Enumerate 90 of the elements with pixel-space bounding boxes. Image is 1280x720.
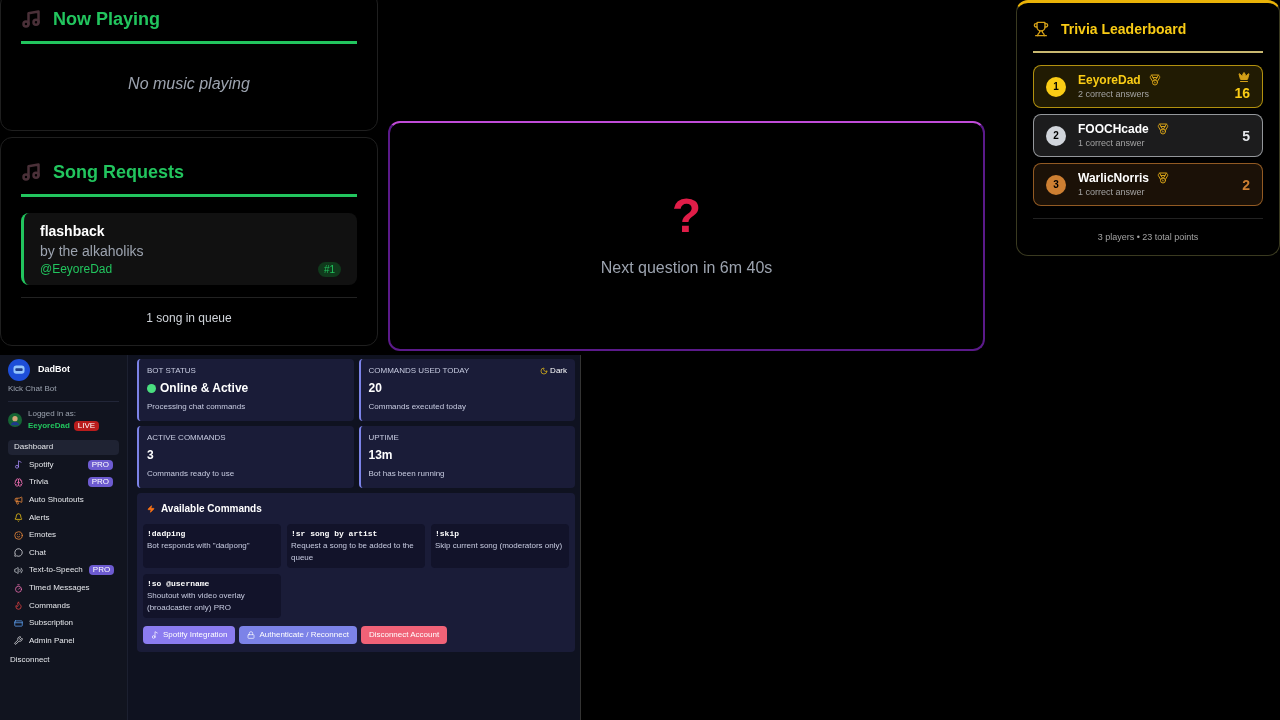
correct-answers: 1 correct answer <box>1078 185 1146 199</box>
player-score: 16 <box>1234 83 1250 103</box>
stat-caption: Commands executed today <box>368 401 467 413</box>
trophy-icon <box>1033 21 1049 37</box>
command-name: !so @username <box>147 578 211 590</box>
rank-badge: 3 <box>1046 174 1066 195</box>
stat-caption: Commands ready to use <box>147 468 236 480</box>
nav-icon <box>14 565 23 575</box>
nav-item[interactable]: Trivia PRO <box>8 475 119 490</box>
nav-item[interactable]: Subscription <box>8 615 119 631</box>
theme-toggle[interactable]: Dark <box>540 367 567 375</box>
player-name: FOOCHcade <box>1078 120 1149 137</box>
nav-item[interactable]: Chat <box>8 545 119 561</box>
nav-icon <box>14 636 23 646</box>
panel-title: Now Playing <box>53 8 160 31</box>
pro-badge: PRO <box>88 565 115 576</box>
nav-icon <box>14 495 23 505</box>
command-description: Shoutout with video overlay (broadcaster only) PRO <box>147 590 246 614</box>
stat-caption: Bot has been running <box>368 468 446 480</box>
nav-icon <box>14 513 23 523</box>
stat-label: ACTIVE COMMANDS <box>147 434 226 442</box>
nav-item[interactable]: Spotify PRO <box>8 457 119 473</box>
player-name: EeyoreDad <box>1078 71 1141 88</box>
pro-badge: PRO <box>87 477 113 488</box>
stat-caption: Processing chat commands <box>147 401 247 413</box>
empty-message: No music playing <box>128 74 250 94</box>
medal-icon <box>1156 122 1169 135</box>
song-title: flashback <box>40 222 106 241</box>
command-description: Skip current song (moderators only) <box>435 540 564 552</box>
next-question-timer: Next question in 6m 40s <box>600 258 773 278</box>
commands-title: Available Commands <box>161 502 262 516</box>
command-name: !sr song by artist <box>291 528 379 540</box>
rank-badge: 2 <box>1046 125 1066 146</box>
correct-answers: 2 correct answers <box>1078 87 1151 101</box>
requester-name: @EeyoreDad <box>40 261 113 277</box>
pro-badge: PRO <box>87 459 113 470</box>
music-note-icon <box>151 631 159 639</box>
command-name: !skip <box>435 528 460 540</box>
correct-answers: 1 correct answer <box>1078 136 1146 150</box>
panel-title: Song Requests <box>53 161 185 184</box>
nav-item[interactable]: Dashboard <box>8 440 119 455</box>
medal-icon <box>1148 73 1161 86</box>
nav-item[interactable]: Admin Panel <box>8 633 119 649</box>
stat-value: Online & Active <box>160 380 249 397</box>
nav-icon <box>14 583 23 593</box>
rank-badge: 1 <box>1046 76 1066 97</box>
music-note-icon <box>21 9 41 29</box>
bot-avatar <box>8 359 30 381</box>
lightning-icon <box>147 504 155 513</box>
music-note-icon <box>21 162 41 182</box>
leaderboard-title: Trivia Leaderboard <box>1061 20 1187 39</box>
medal-icon <box>1156 171 1169 184</box>
stat-value: 3 <box>147 447 154 464</box>
nav-item[interactable]: Timed Messages <box>8 580 119 596</box>
nav-icon <box>14 618 23 628</box>
queue-position: #1 <box>317 261 341 277</box>
song-artist: by the alkaholiks <box>40 242 145 261</box>
nav-icon <box>14 601 23 611</box>
bot-name: DadBot <box>38 363 70 377</box>
question-mark-symbol: ? <box>671 192 702 240</box>
live-badge: LIVE <box>73 421 100 431</box>
lock-icon <box>247 631 256 639</box>
stat-label: COMMANDS USED TODAY <box>368 367 470 375</box>
bot-subtitle: Kick Chat Bot <box>8 383 58 395</box>
nav-item[interactable]: Text-to-Speech PRO <box>8 563 119 578</box>
login-label: Logged in as: <box>28 408 78 420</box>
command-description: Request a song to be added to the queue <box>291 540 415 564</box>
stat-value: 13m <box>368 447 393 464</box>
player-score: 5 <box>1242 126 1250 146</box>
stat-label: UPTIME <box>368 434 399 442</box>
nav-item[interactable]: Commands <box>8 598 119 613</box>
player-score: 2 <box>1242 175 1250 195</box>
nav-item[interactable]: Alerts <box>8 510 119 525</box>
command-description: Bot responds with "dadpong" <box>147 540 251 552</box>
leaderboard-summary: 3 players • 23 total points <box>1097 231 1199 244</box>
nav-icon <box>14 460 23 470</box>
stat-value: 20 <box>368 380 382 397</box>
nav-item[interactable]: Emotes <box>8 527 119 543</box>
command-name: !dadping <box>147 528 187 540</box>
nav-item[interactable]: Auto Shoutouts <box>8 492 119 508</box>
user-avatar <box>8 413 22 427</box>
queue-count: 1 song in queue <box>146 310 232 326</box>
nav-icon <box>14 548 23 558</box>
disconnect-link[interactable]: Disconnect <box>8 654 52 667</box>
nav-icon <box>14 530 23 540</box>
player-name: WarlicNorris <box>1078 169 1149 186</box>
stat-label: BOT STATUS <box>147 367 196 375</box>
username: EeyoreDad <box>28 420 70 432</box>
nav-icon <box>14 478 23 487</box>
moon-icon <box>540 367 549 375</box>
